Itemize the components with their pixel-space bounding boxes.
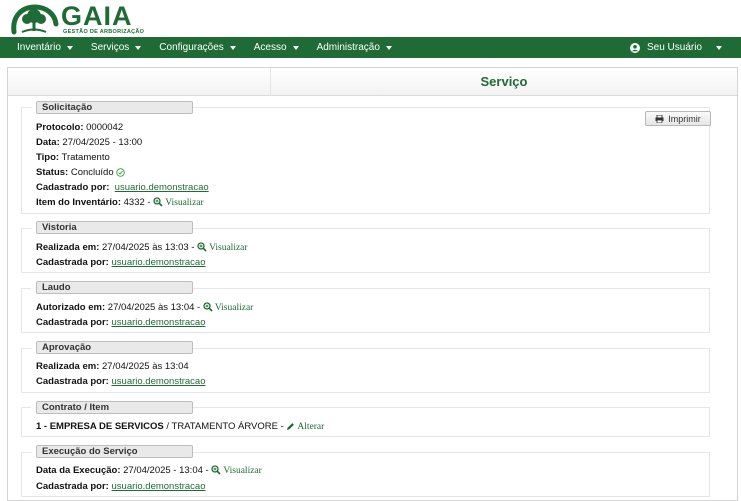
zoom-icon bbox=[153, 197, 163, 207]
row-aprovacao-cadastrada: Cadastrada por: usuario.demonstracao bbox=[36, 376, 206, 387]
row-cadastrado: Cadastrado por: usuario.demonstracao bbox=[36, 182, 209, 193]
user-link[interactable]: usuario.demonstracao bbox=[115, 182, 209, 193]
visualizar-item-link[interactable]: Visualizar bbox=[153, 197, 204, 208]
user-link[interactable]: usuario.demonstracao bbox=[112, 481, 206, 492]
nav-inventario[interactable]: Inventário bbox=[0, 37, 82, 58]
caret-down-icon bbox=[229, 45, 236, 50]
nav-administracao[interactable]: Administração bbox=[308, 37, 401, 58]
caret-down-icon bbox=[385, 45, 392, 50]
app-header: GAIA GESTÃO DE ARBORIZAÇÃO bbox=[0, 0, 741, 37]
zoom-icon bbox=[197, 242, 207, 252]
pencil-icon bbox=[287, 423, 295, 430]
legend-laudo: Laudo bbox=[36, 281, 193, 294]
row-aprovacao-realizada: Realizada em: 27/04/2025 às 13:04 bbox=[36, 361, 189, 372]
nav-acesso[interactable]: Acesso bbox=[245, 37, 308, 58]
brand-name: GAIA bbox=[61, 1, 133, 31]
row-item-inventario: Item do Inventário: 4332 - Visualizar bbox=[36, 197, 204, 208]
empresa-name: 1 - EMPRESA DE SERVICOS bbox=[36, 421, 164, 432]
caret-down-icon bbox=[292, 45, 299, 50]
row-tipo: Tipo: Tratamento bbox=[36, 152, 110, 163]
user-name: Seu Usuário bbox=[646, 42, 702, 53]
user-link[interactable]: usuario.demonstracao bbox=[112, 317, 206, 328]
print-button[interactable]: Imprimir bbox=[645, 111, 711, 126]
protocolo-value: 0000042 bbox=[86, 122, 124, 133]
row-vistoria-cadastrada: Cadastrada por: usuario.demonstracao bbox=[36, 257, 206, 268]
page-title: Serviço bbox=[480, 74, 528, 89]
legend-execucao: Execução do Serviço bbox=[36, 445, 193, 458]
row-laudo-autorizado: Autorizado em: 27/04/2025 às 13:04 - Vis… bbox=[36, 302, 254, 313]
nav-servicos[interactable]: Serviços bbox=[82, 37, 150, 58]
legend-aprovacao: Aprovação bbox=[36, 341, 193, 354]
data-value: 27/04/2025 - 13:00 bbox=[62, 137, 143, 148]
gaia-logo[interactable]: GAIA GESTÃO DE ARBORIZAÇÃO bbox=[8, 2, 144, 36]
brand-tagline: GESTÃO DE ARBORIZAÇÃO bbox=[63, 29, 145, 35]
user-icon bbox=[629, 42, 640, 53]
row-protocolo: Protocolo: 0000042 bbox=[36, 122, 124, 133]
caret-down-icon bbox=[66, 45, 73, 50]
main-navbar: Inventário Serviços Configurações Acesso… bbox=[0, 37, 741, 58]
status-value: Concluído bbox=[70, 167, 114, 178]
visualizar-laudo-link[interactable]: Visualizar bbox=[203, 302, 253, 313]
row-status: Status: Concluído bbox=[36, 167, 127, 178]
user-link[interactable]: usuario.demonstracao bbox=[112, 257, 206, 268]
card-header: Serviço bbox=[8, 68, 737, 96]
legend-contrato: Contrato / Item bbox=[36, 401, 193, 414]
zoom-icon bbox=[211, 465, 221, 475]
row-execucao-data: Data da Execução: 27/04/2025 - 13:04 - V… bbox=[36, 465, 262, 476]
tipo-value: Tratamento bbox=[61, 152, 110, 163]
user-link[interactable]: usuario.demonstracao bbox=[112, 376, 206, 387]
visualizar-execucao-link[interactable]: Visualizar bbox=[211, 465, 262, 476]
row-contrato: 1 - EMPRESA DE SERVICOS / TRATAMENTO ÁRV… bbox=[36, 421, 324, 432]
row-vistoria-realizada: Realizada em: 27/04/2025 às 13:03 - Visu… bbox=[36, 242, 248, 253]
zoom-icon bbox=[203, 302, 213, 312]
legend-solicitacao: Solicitação bbox=[36, 101, 193, 114]
legend-vistoria: Vistoria bbox=[36, 221, 193, 234]
check-circle-icon bbox=[116, 168, 126, 177]
contrato-item: / TRATAMENTO ÁRVORE - bbox=[166, 421, 284, 432]
row-execucao-cadastrada: Cadastrada por: usuario.demonstracao bbox=[36, 481, 206, 492]
nav-configuracoes[interactable]: Configurações bbox=[150, 37, 244, 58]
caret-down-icon bbox=[716, 45, 722, 50]
printer-icon bbox=[655, 114, 664, 123]
print-label: Imprimir bbox=[668, 113, 701, 124]
tree-logo-icon bbox=[11, 4, 59, 35]
visualizar-vistoria-link[interactable]: Visualizar bbox=[197, 242, 248, 253]
user-menu[interactable]: Seu Usuário bbox=[621, 37, 731, 58]
alterar-contrato-link[interactable]: Alterar bbox=[286, 421, 324, 432]
row-laudo-cadastrada: Cadastrada por: usuario.demonstracao bbox=[36, 317, 206, 328]
caret-down-icon bbox=[135, 45, 142, 50]
row-data: Data: 27/04/2025 - 13:00 bbox=[36, 137, 143, 148]
